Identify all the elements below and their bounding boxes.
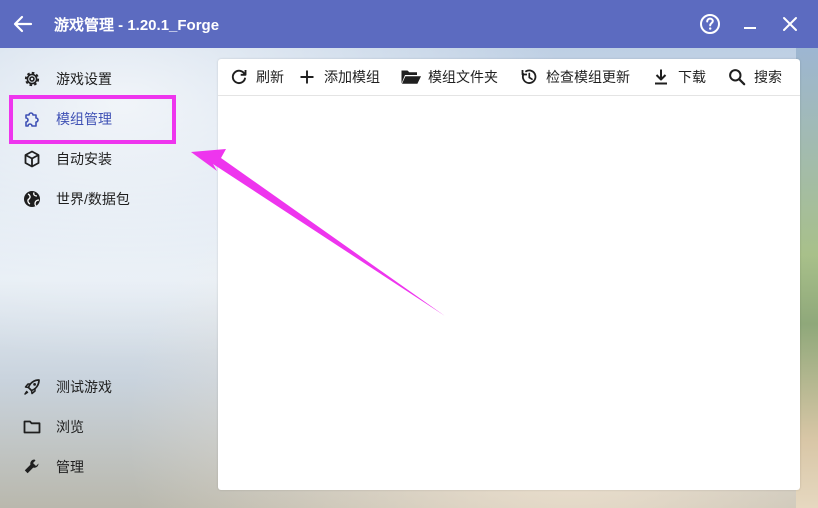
sidebar-item-label: 自动安装 [56, 151, 112, 167]
sidebar-item-manage[interactable]: 管理 [16, 449, 206, 485]
box-icon [16, 141, 48, 177]
minimize-button[interactable] [730, 0, 770, 48]
toolbar-item-label: 刷新 [256, 69, 284, 85]
toolbar-item-label: 添加模组 [324, 69, 380, 85]
sidebar-item-label: 测试游戏 [56, 379, 112, 395]
help-button[interactable] [690, 0, 730, 48]
sidebar-item-browse[interactable]: 浏览 [16, 409, 206, 445]
update-check-icon [518, 66, 540, 88]
close-icon [783, 17, 797, 31]
wrench-icon [16, 449, 48, 485]
folder-icon [16, 409, 48, 445]
toolbar-item-label: 模组文件夹 [428, 69, 498, 85]
title-bar: 游戏管理 - 1.20.1_Forge [0, 0, 810, 48]
toolbar: 刷新 添加模组 模组文件夹 检查模组更新 下载 搜索 [218, 59, 800, 96]
sidebar-item-auto-install[interactable]: 自动安装 [16, 141, 206, 177]
mod-list-area [218, 96, 800, 490]
sidebar-item-worlds-datapacks[interactable]: 世界/数据包 [16, 181, 206, 217]
folder-open-icon [400, 66, 422, 88]
sidebar-item-label: 管理 [56, 459, 84, 475]
toolbar-item-label: 下载 [678, 69, 706, 85]
mod-list-panel: 刷新 添加模组 模组文件夹 检查模组更新 下载 搜索 [218, 59, 800, 490]
help-icon [700, 14, 720, 34]
mod-folder-button[interactable]: 模组文件夹 [390, 59, 508, 95]
close-button[interactable] [770, 0, 810, 48]
sidebar-item-test-game[interactable]: 测试游戏 [16, 369, 206, 405]
window-title: 游戏管理 - 1.20.1_Forge [54, 16, 220, 34]
download-button[interactable]: 下载 [640, 59, 716, 95]
globe-icon [16, 181, 48, 217]
download-icon [650, 66, 672, 88]
check-mod-updates-button[interactable]: 检查模组更新 [508, 59, 640, 95]
toolbar-item-label: 搜索 [754, 69, 782, 85]
toolbar-item-label: 检查模组更新 [546, 69, 630, 85]
rocket-icon [16, 369, 48, 405]
title-bar-edge [810, 0, 818, 48]
sidebar-item-game-settings[interactable]: 游戏设置 [16, 61, 206, 97]
search-button[interactable]: 搜索 [716, 59, 792, 95]
back-button[interactable] [0, 0, 46, 48]
plus-icon [296, 66, 318, 88]
highlight-box [9, 95, 176, 144]
sidebar-item-label: 游戏设置 [56, 71, 112, 87]
gear-icon [16, 61, 48, 97]
add-mod-button[interactable]: 添加模组 [294, 59, 390, 95]
search-icon [726, 66, 748, 88]
refresh-button[interactable]: 刷新 [226, 59, 294, 95]
minimize-icon [744, 27, 756, 29]
sidebar-item-label: 世界/数据包 [56, 191, 130, 207]
sidebar-item-label: 浏览 [56, 419, 84, 435]
refresh-icon [228, 66, 250, 88]
back-arrow-icon [13, 15, 33, 33]
